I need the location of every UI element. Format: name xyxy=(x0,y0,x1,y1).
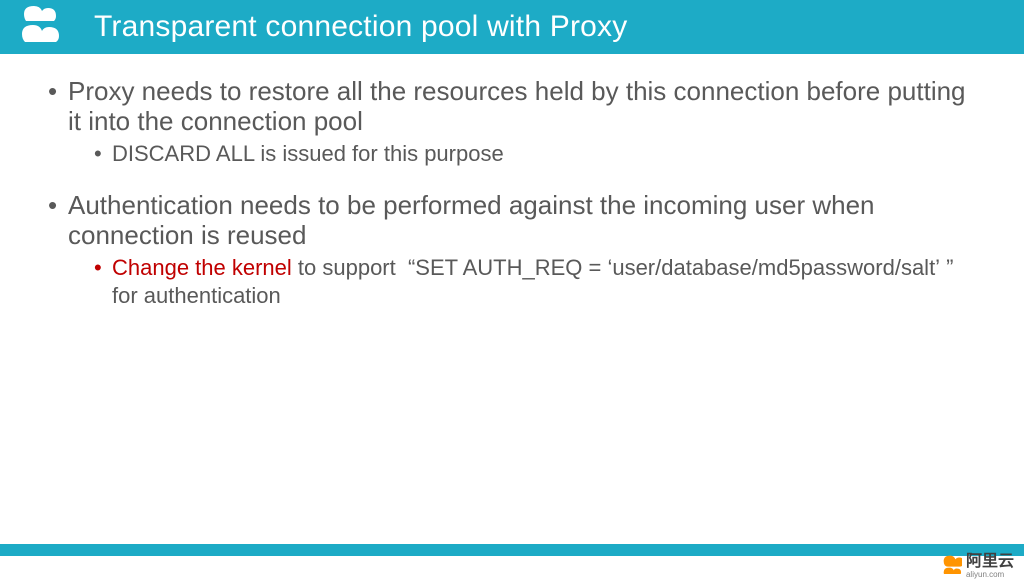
cloud-logo-icon xyxy=(14,0,74,54)
bullet-item: • Proxy needs to restore all the resourc… xyxy=(48,76,976,168)
aliyun-logo-icon xyxy=(940,552,962,574)
bullet-text: Authentication needs to be performed aga… xyxy=(68,190,976,250)
sub-bullet-text: DISCARD ALL is issued for this purpose xyxy=(112,140,504,168)
bullet-text: Proxy needs to restore all the resources… xyxy=(68,76,976,136)
slide-body: • Proxy needs to restore all the resourc… xyxy=(0,54,1024,310)
bullet-item: • Authentication needs to be performed a… xyxy=(48,190,976,310)
sub-bullet-item: • Change the kernel to support “SET AUTH… xyxy=(94,254,976,310)
bullet-dot-icon: • xyxy=(94,254,112,310)
sub-bullet-text: Change the kernel to support “SET AUTH_R… xyxy=(112,254,976,310)
sub-bullet-item: • DISCARD ALL is issued for this purpose xyxy=(94,140,976,168)
slide-header: Transparent connection pool with Proxy xyxy=(0,0,1024,54)
brand-badge: 阿里云 aliyun.com xyxy=(940,551,1014,575)
brand-name: 阿里云 xyxy=(966,547,1014,571)
footer-bar xyxy=(0,544,1024,556)
brand-url: aliyun.com xyxy=(966,571,1014,579)
slide-title: Transparent connection pool with Proxy xyxy=(94,10,627,44)
bullet-dot-icon: • xyxy=(94,140,112,168)
bullet-dot-icon: • xyxy=(48,190,68,250)
bullet-dot-icon: • xyxy=(48,76,68,136)
